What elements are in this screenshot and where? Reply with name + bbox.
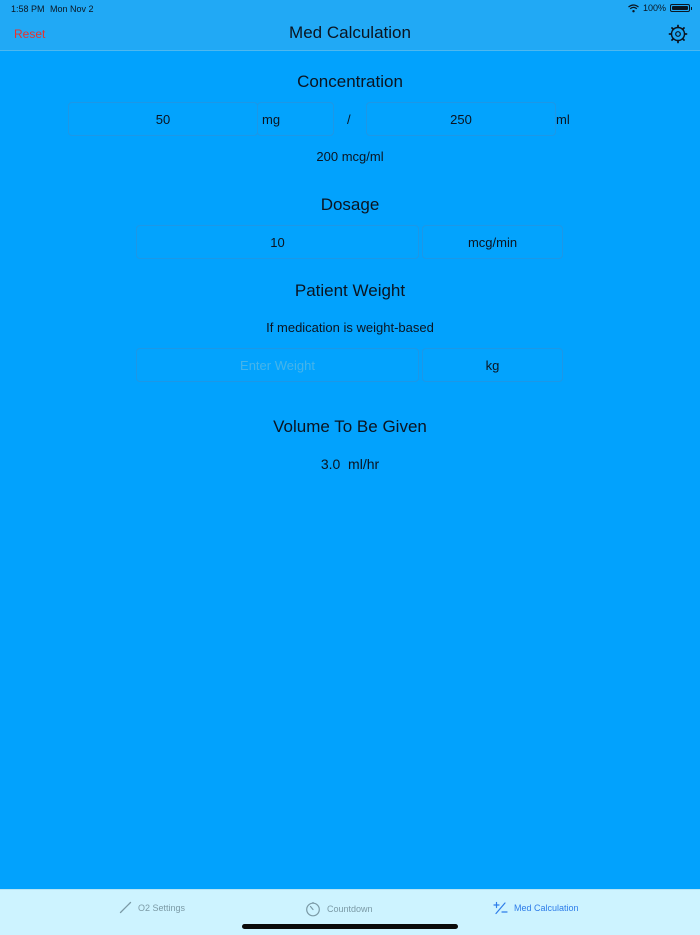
- tab-label: Countdown: [327, 904, 373, 914]
- battery-icon: [670, 4, 692, 12]
- concentration-volume-input[interactable]: 250: [366, 102, 556, 136]
- gear-icon[interactable]: [668, 24, 688, 44]
- tab-label: Med Calculation: [514, 903, 579, 913]
- weight-unit-select[interactable]: kg: [422, 348, 563, 382]
- volume-heading: Volume To Be Given: [273, 417, 427, 436]
- page-title: Med Calculation: [289, 23, 411, 42]
- concentration-heading: Concentration: [297, 72, 403, 91]
- tab-o2-settings[interactable]: O2 Settings: [119, 901, 185, 914]
- concentration-amount-unit[interactable]: mg: [257, 102, 334, 136]
- battery-percent: 100%: [642, 3, 666, 13]
- wifi-icon: [628, 3, 639, 12]
- dosage-heading: Dosage: [320, 195, 380, 214]
- concentration-separator: /: [347, 112, 351, 127]
- timer-icon: [306, 902, 320, 917]
- plus-minus-icon: [493, 901, 508, 915]
- concentration-result: 200 mcg/ml: [316, 149, 384, 164]
- dosage-input[interactable]: 10: [136, 225, 419, 259]
- concentration-volume-unit[interactable]: ml: [556, 112, 570, 127]
- volume-result: 3.0 ml/hr: [320, 456, 380, 472]
- concentration-amount-input[interactable]: 50: [68, 102, 258, 136]
- status-date: Mon Nov 2: [50, 4, 94, 14]
- pencil-icon: [119, 901, 132, 914]
- home-indicator: [242, 924, 458, 929]
- tab-countdown[interactable]: Countdown: [305, 901, 373, 917]
- weight-note: If medication is weight-based: [266, 320, 434, 335]
- tab-med-calculation[interactable]: Med Calculation: [493, 901, 579, 915]
- nav-bar: Reset Med Calculation: [0, 17, 700, 51]
- tab-label: O2 Settings: [138, 902, 186, 913]
- status-bar: 1:58 PM Mon Nov 2 100%: [0, 0, 700, 17]
- status-right: 100%: [628, 3, 692, 13]
- weight-input[interactable]: Enter Weight: [136, 348, 419, 382]
- weight-heading: Patient Weight: [294, 281, 406, 300]
- dosage-unit-select[interactable]: mcg/min: [422, 225, 563, 259]
- status-time: 1:58 PM: [11, 4, 45, 14]
- weight-placeholder: Enter Weight: [240, 357, 315, 373]
